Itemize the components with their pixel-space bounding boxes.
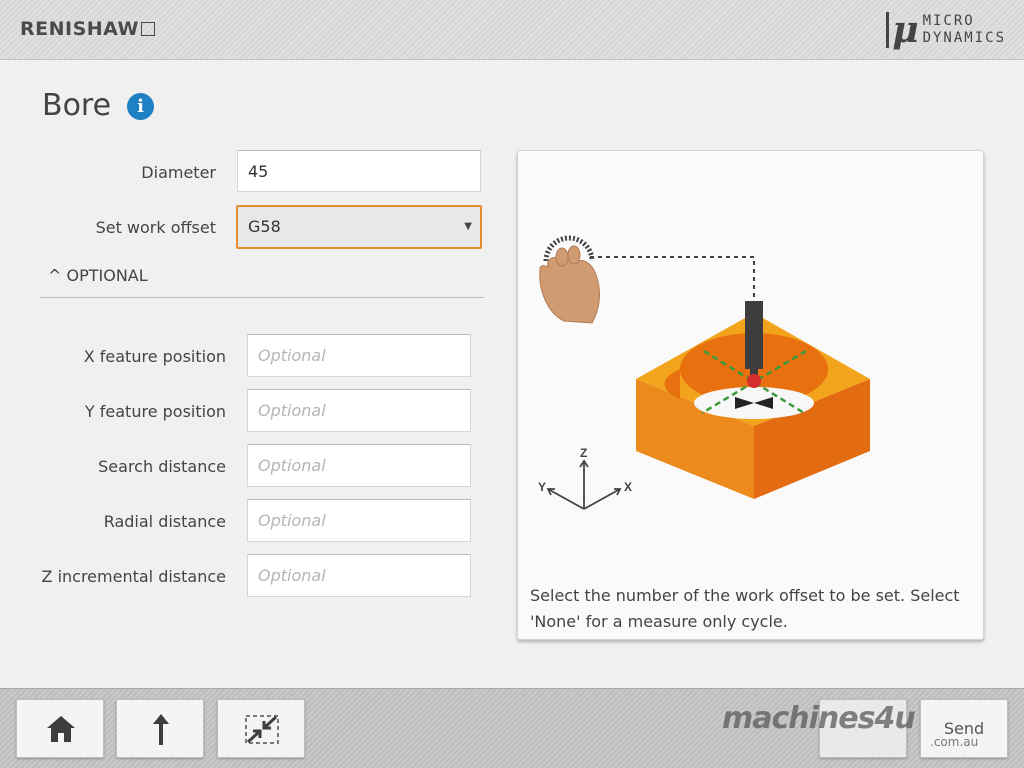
z-incremental-distance-input[interactable] [247,554,471,597]
hand-dial-icon [539,235,600,324]
search-distance-label: Search distance [98,457,226,476]
axis-y-label: Y [538,480,546,494]
work-offset-label: Set work offset [95,218,216,237]
collapse-icon [245,715,279,744]
micro-dynamics-mark: μ [886,12,919,48]
machines4u-watermark: machines4u [722,701,916,736]
micro-dynamics-line1: MICRO [922,13,975,29]
y-feature-position-label: Y feature position [84,402,226,421]
help-panel: Z Y X Select the number of the work offs… [517,150,984,640]
send-button[interactable]: Send [920,699,1008,758]
renishaw-logo-mark [140,22,155,36]
info-icon[interactable]: i [127,93,154,120]
axis-x-label: X [624,480,632,494]
micro-dynamics-line2: DYNAMICS [922,30,1006,46]
bore-illustration: Z Y X [538,235,870,510]
machines4u-watermark-sub: .com.au [930,735,979,749]
x-feature-position-input[interactable] [247,334,471,377]
diameter-label: Diameter [141,163,216,182]
y-feature-position-input[interactable] [247,389,471,432]
bottom-bar: Send machines4u .com.au [0,688,1024,768]
diameter-input[interactable] [237,150,481,192]
arrow-up-icon [153,714,169,745]
radial-distance-label: Radial distance [103,512,226,531]
z-incremental-distance-label: Z incremental distance [41,567,226,586]
optional-toggle[interactable]: ^ OPTIONAL [48,266,148,285]
home-icon [47,716,75,742]
help-description: Select the number of the work offset to … [530,586,960,631]
home-button[interactable] [16,699,104,758]
dropdown-arrow-icon: ▼ [464,221,472,232]
search-distance-input[interactable] [247,444,471,487]
top-bar: RENISHAW μ MICRO DYNAMICS [0,0,1024,60]
work-offset-select[interactable]: G58 ▼ [236,205,482,249]
page-title: Bore [42,88,112,123]
work-offset-value: G58 [248,217,281,236]
collapse-button[interactable] [217,699,305,758]
connector-dashed-line [590,256,755,301]
optional-divider [40,297,484,298]
axis-icon [546,459,622,510]
radial-distance-input[interactable] [247,499,471,542]
renishaw-logo: RENISHAW [20,18,155,40]
micro-dynamics-logo: μ MICRO DYNAMICS [886,10,1006,50]
x-feature-position-label: X feature position [83,347,226,366]
axis-z-label: Z [580,446,587,460]
up-button[interactable] [116,699,204,758]
